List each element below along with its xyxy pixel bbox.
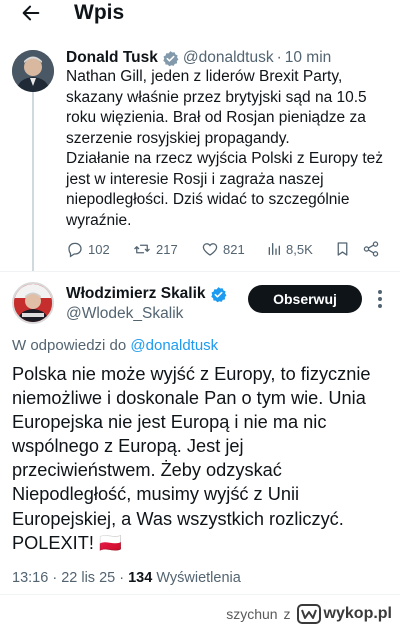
top-bar: Wpis bbox=[0, 0, 400, 30]
reply-date[interactable]: 22 lis 25 bbox=[61, 570, 115, 586]
tweet-actions: 102 217 821 8,5K bbox=[66, 240, 392, 262]
separator-dot: · bbox=[52, 570, 62, 586]
separator-dot: · bbox=[276, 49, 282, 66]
verified-badge-icon bbox=[162, 50, 179, 67]
divider bbox=[0, 594, 400, 595]
watermark-connector: z bbox=[283, 606, 291, 622]
reply-metadata: 13:16 · 22 lis 25 · 134 Wyświetlenia bbox=[12, 568, 241, 588]
views-button[interactable]: 8,5K bbox=[266, 240, 313, 258]
more-vertical-icon bbox=[378, 290, 382, 308]
wykop-logo: wykop.pl bbox=[296, 604, 392, 624]
reply-author-header: Włodzimierz Skalik bbox=[66, 284, 231, 304]
like-button[interactable]: 821 bbox=[201, 240, 245, 258]
follow-button[interactable]: Obserwuj bbox=[248, 285, 362, 313]
repost-count: 217 bbox=[156, 241, 178, 257]
avatar-wlodzimierz-skalik[interactable] bbox=[12, 282, 54, 324]
reply-author-handle[interactable]: @Wlodek_Skalik bbox=[66, 304, 183, 324]
page-title: Wpis bbox=[74, 1, 125, 24]
reply-to-prefix: W odpowiedzi do bbox=[12, 337, 127, 354]
reply-icon bbox=[68, 242, 82, 258]
author-handle[interactable]: @donaldtusk bbox=[183, 48, 274, 68]
tweet-text: Nathan Gill, jeden z liderów Brexit Part… bbox=[66, 67, 392, 231]
tweet-text-content: Nathan Gill, jeden z liderów Brexit Part… bbox=[66, 68, 384, 229]
arrow-left-icon bbox=[22, 5, 40, 21]
watermark-site: wykop.pl bbox=[323, 605, 392, 622]
repost-icon bbox=[134, 244, 150, 254]
reply-author-name[interactable]: Włodzimierz Skalik bbox=[66, 284, 206, 304]
views-chart-icon bbox=[268, 243, 280, 255]
divider bbox=[0, 271, 400, 272]
separator-dot: · bbox=[119, 570, 129, 586]
repost-button[interactable]: 217 bbox=[132, 240, 178, 258]
verified-badge-icon bbox=[210, 286, 227, 303]
tweet-time[interactable]: 10 min bbox=[285, 48, 332, 68]
wykop-logo-icon bbox=[296, 604, 321, 624]
tweet-header: Donald Tusk @donaldtusk · 10 min bbox=[66, 48, 331, 68]
avatar-donald-tusk[interactable] bbox=[12, 50, 54, 92]
reply-button[interactable]: 102 bbox=[66, 240, 110, 258]
reply-count: 102 bbox=[88, 241, 110, 257]
author-name[interactable]: Donald Tusk bbox=[66, 48, 158, 68]
reply-context: W odpowiedzi do @donaldtusk bbox=[12, 336, 218, 356]
like-count: 821 bbox=[223, 241, 245, 257]
back-button[interactable] bbox=[14, 0, 48, 26]
views-count: 8,5K bbox=[286, 241, 313, 257]
reply-to-mention-link[interactable]: @donaldtusk bbox=[130, 337, 218, 354]
reply-text-content: Polska nie może wyjść z Europy, to fizyc… bbox=[12, 364, 371, 553]
bookmark-button[interactable] bbox=[334, 240, 355, 258]
more-options-button[interactable] bbox=[370, 286, 390, 312]
share-button[interactable] bbox=[362, 240, 384, 258]
wykop-watermark: szychun z wykop.pl bbox=[226, 604, 392, 624]
share-icon bbox=[363, 241, 379, 257]
poland-flag-emoji: 🇵🇱 bbox=[98, 532, 122, 553]
reply-views-label: Wyświetlenia bbox=[156, 570, 241, 586]
reply-text: Polska nie może wyjść z Europy, to fizyc… bbox=[12, 362, 392, 555]
reply-views-count: 134 bbox=[128, 570, 153, 586]
thread-line bbox=[32, 92, 34, 272]
watermark-user: szychun bbox=[226, 606, 278, 622]
bookmark-icon bbox=[337, 242, 348, 256]
reply-time[interactable]: 13:16 bbox=[12, 570, 48, 586]
heart-icon bbox=[202, 243, 218, 256]
